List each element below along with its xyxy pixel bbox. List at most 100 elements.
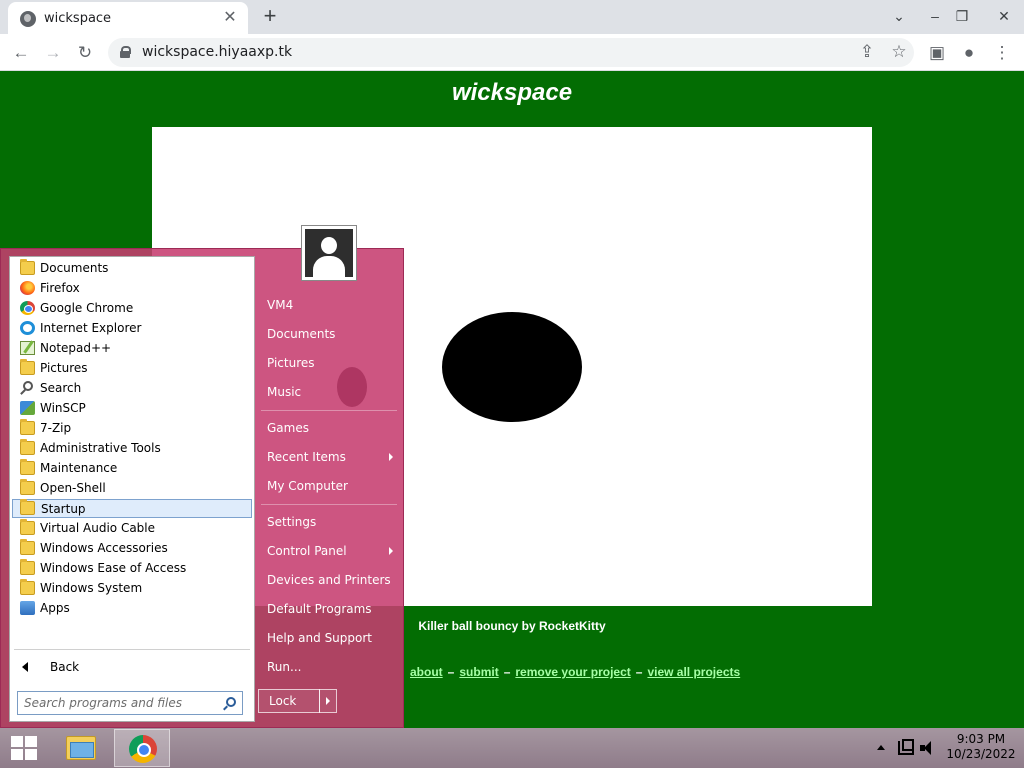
program-search[interactable]: Search [12, 379, 252, 398]
search-programs-box[interactable] [17, 691, 243, 715]
program-windows-ease-of-access[interactable]: Windows Ease of Access [12, 559, 252, 578]
taskbar: 9:03 PM 10/23/2022 [0, 728, 1024, 768]
profile-avatar-icon[interactable]: ● [956, 40, 982, 66]
taskbar-file-explorer[interactable] [52, 729, 108, 767]
chrome-icon [129, 735, 157, 763]
url-text[interactable]: wickspace.hiyaaxp.tk [142, 44, 292, 60]
tab-wickspace[interactable]: wickspace ✕ [8, 2, 248, 34]
address-bar[interactable]: wickspace.hiyaaxp.tk ⇪ ☆ [108, 38, 914, 67]
program-label: 7-Zip [40, 421, 72, 435]
search-icon[interactable] [226, 697, 236, 707]
search-icon [23, 381, 33, 391]
program-open-shell[interactable]: Open-Shell [12, 479, 252, 498]
tab-close-button[interactable]: ✕ [220, 8, 240, 28]
program-label: Internet Explorer [40, 321, 142, 335]
menu-item-label: Devices and Printers [267, 573, 391, 587]
menu-item-label: Games [267, 421, 309, 435]
tab-search-chevron-icon[interactable]: ⌄ [882, 0, 916, 34]
program-7-zip[interactable]: 7-Zip [12, 419, 252, 438]
footer-separator: – [503, 665, 511, 679]
program-notepad-plus-plus[interactable]: Notepad++ [12, 339, 252, 358]
program-apps[interactable]: Apps [12, 599, 252, 618]
menu-item-label: Run... [267, 660, 302, 674]
documents-folder-icon [20, 259, 35, 275]
clock-date: 10/23/2022 [946, 747, 1016, 761]
new-tab-button[interactable]: + [258, 5, 282, 29]
user-avatar[interactable] [301, 225, 357, 281]
program-label: Startup [41, 502, 86, 516]
program-internet-explorer[interactable]: Internet Explorer [12, 319, 252, 338]
program-label: Windows Ease of Access [40, 561, 187, 575]
program-label: Virtual Audio Cable [40, 521, 156, 535]
pictures-folder-icon [20, 359, 35, 375]
program-label: Google Chrome [40, 301, 134, 315]
program-administrative-tools[interactable]: Administrative Tools [12, 439, 252, 458]
submit-link[interactable]: submit [459, 665, 498, 679]
remove-project-link[interactable]: remove your project [515, 665, 630, 679]
taskbar-chrome[interactable] [114, 729, 170, 767]
menu-item-games[interactable]: Games [259, 415, 399, 441]
program-pictures[interactable]: Pictures [12, 359, 252, 378]
menu-item-default-programs[interactable]: Default Programs [259, 596, 399, 622]
network-icon[interactable] [898, 739, 914, 755]
chrome-icon [20, 301, 35, 315]
bookmark-star-icon[interactable]: ☆ [886, 39, 912, 65]
menu-item-music[interactable]: Music [259, 379, 399, 405]
site-title: wickspace [451, 79, 573, 106]
browser-toolbar: ← → ↻ wickspace.hiyaaxp.tk ⇪ ☆ ▣ ● ⋮ [0, 34, 1024, 71]
system-clock[interactable]: 9:03 PM 10/23/2022 [944, 732, 1018, 762]
program-documents[interactable]: Documents [12, 259, 252, 278]
menu-item-documents[interactable]: Documents [259, 321, 399, 347]
menu-item-run[interactable]: Run... [259, 654, 399, 680]
view-all-projects-link[interactable]: view all projects [647, 665, 740, 679]
show-hidden-icons-icon[interactable] [877, 745, 885, 750]
lock-icon[interactable] [120, 46, 131, 58]
menu-item-label: Settings [267, 515, 317, 529]
menu-separator [261, 410, 397, 411]
clock-time: 9:03 PM [956, 732, 1006, 746]
program-firefox[interactable]: Firefox [12, 279, 252, 298]
start-menu: Documents Firefox Google Chrome Internet… [0, 225, 404, 728]
share-icon[interactable]: ⇪ [854, 39, 880, 65]
search-programs-input[interactable] [18, 692, 218, 714]
program-startup[interactable]: Startup [12, 499, 252, 518]
programs-list: Documents Firefox Google Chrome Internet… [9, 256, 255, 722]
menu-item-settings[interactable]: Settings [259, 509, 399, 535]
menu-item-label: Documents [267, 327, 336, 341]
volume-icon[interactable] [920, 741, 936, 755]
side-panel-icon[interactable]: ▣ [924, 40, 950, 66]
program-label: Search [40, 381, 82, 395]
lock-button[interactable]: Lock [258, 689, 320, 713]
program-label: Maintenance [40, 461, 118, 475]
program-winscp[interactable]: WinSCP [12, 399, 252, 418]
winscp-icon [20, 401, 35, 415]
menu-item-recent-items[interactable]: Recent Items [259, 444, 399, 470]
menu-item-pictures[interactable]: Pictures [259, 350, 399, 376]
globe-icon [20, 11, 36, 27]
program-windows-accessories[interactable]: Windows Accessories [12, 539, 252, 558]
browser-menu-icon[interactable]: ⋮ [989, 40, 1015, 66]
menu-item-my-computer[interactable]: My Computer [259, 473, 399, 499]
menu-item-help-and-support[interactable]: Help and Support [259, 625, 399, 651]
back-button[interactable]: Back [18, 657, 248, 677]
menu-item-devices-and-printers[interactable]: Devices and Printers [259, 567, 399, 593]
about-link[interactable]: about [410, 665, 443, 679]
back-button[interactable]: ← [8, 40, 34, 66]
back-arrow-icon [22, 662, 28, 672]
footer-separator: – [447, 665, 455, 679]
menu-item-vm4[interactable]: VM4 [259, 292, 399, 318]
program-maintenance[interactable]: Maintenance [12, 459, 252, 478]
forward-button[interactable]: → [40, 40, 66, 66]
program-windows-system[interactable]: Windows System [12, 579, 252, 598]
folder-icon [20, 479, 35, 495]
start-button[interactable] [0, 728, 48, 768]
program-virtual-audio-cable[interactable]: Virtual Audio Cable [12, 519, 252, 538]
back-label: Back [50, 660, 80, 674]
close-window-button[interactable]: ✕ [984, 0, 1024, 34]
restore-button[interactable]: ❐ [945, 0, 979, 34]
program-google-chrome[interactable]: Google Chrome [12, 299, 252, 318]
shutdown-options-arrow-button[interactable] [319, 689, 337, 713]
program-label: WinSCP [40, 401, 86, 415]
reload-button[interactable]: ↻ [72, 40, 98, 66]
menu-item-control-panel[interactable]: Control Panel [259, 538, 399, 564]
